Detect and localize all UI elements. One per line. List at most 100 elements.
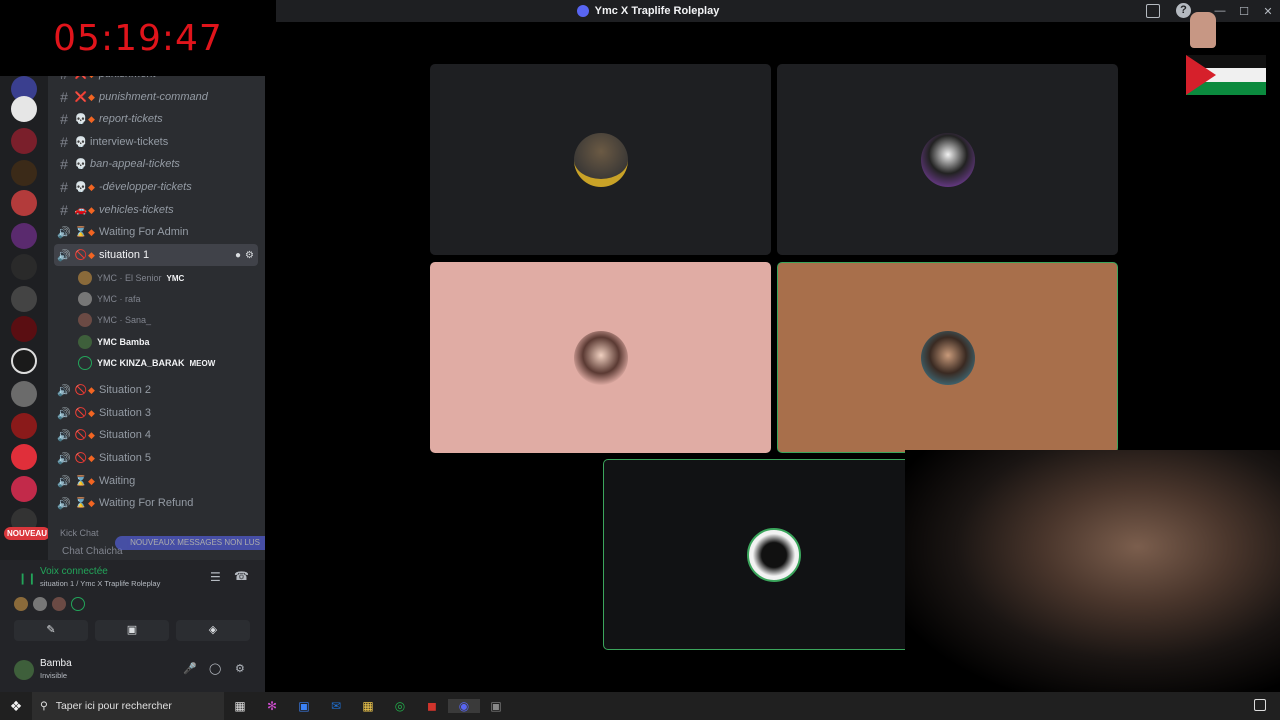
voice-channel-situation-3[interactable]: 🔊 🚫 ◆ Situation 3 [54, 402, 258, 424]
task-view-icon[interactable]: ▦ [224, 699, 256, 713]
diamond-icon: ◆ [88, 407, 95, 418]
voice-panel: ❙❙ Voix connectée situation 1 / Ymc X Tr… [0, 560, 265, 692]
screen-share-icon: ▣ [126, 624, 138, 636]
server-icon[interactable] [11, 190, 37, 216]
voice-member[interactable]: YMC Bamba [78, 332, 258, 352]
channel-name: punishment [99, 76, 156, 80]
server-icon[interactable] [11, 223, 37, 249]
channel-name: -développer-tickets [99, 181, 192, 193]
close-icon[interactable]: ✕ [1256, 5, 1280, 18]
channel-ban-appeal-tickets[interactable]: # 💀 ban-appeal-tickets [54, 153, 258, 175]
channel-chat-chaicha[interactable]: Chat Chaicha [62, 546, 123, 557]
text-channel-icon: # [54, 76, 74, 82]
stream-timer: 05:19:47 [0, 0, 276, 76]
server-icon[interactable] [11, 96, 37, 122]
channel-emoji: 🚫 [74, 249, 88, 261]
voice-channel-situation-4[interactable]: 🔊 🚫 ◆ Situation 4 [54, 424, 258, 446]
speaker-icon: 🔊 [57, 497, 71, 510]
avatar [573, 132, 628, 187]
signal-icon[interactable]: ❙❙ [18, 572, 36, 585]
channel-name: interview-tickets [90, 136, 169, 148]
channel-report-tickets[interactable]: # 💀 ◆ report-tickets [54, 108, 258, 130]
voice-channel-waiting-for-admin[interactable]: 🔊 ⌛ ◆ Waiting For Admin [54, 221, 258, 243]
gear-icon[interactable]: ⚙ [235, 662, 245, 675]
voice-member[interactable]: YMC KINZA_BARAK MEOW [78, 353, 258, 373]
discord-taskbar-icon[interactable]: ◉ [448, 699, 480, 713]
disconnect-icon[interactable]: ☎ [234, 569, 249, 583]
voice-status[interactable]: Voix connectée [40, 566, 108, 577]
server-icon[interactable] [11, 160, 37, 186]
voice-member[interactable]: YMC · Sana_ [78, 310, 258, 330]
microphone-icon[interactable]: 🎤 [183, 662, 197, 675]
avatar [78, 292, 92, 306]
channel-name: situation 1 [99, 249, 150, 261]
channel-name: Situation 2 [99, 384, 151, 396]
avatar[interactable] [14, 660, 34, 680]
noise-suppression-icon[interactable]: ☰ [210, 570, 221, 584]
server-icon[interactable] [11, 444, 37, 470]
channel-interview-tickets[interactable]: # 💀 interview-tickets [54, 131, 258, 153]
channel-vehicles-tickets[interactable]: # 🚗 ◆ vehicles-tickets [54, 199, 258, 221]
diamond-icon: ◆ [88, 113, 95, 124]
title-bar: Ymc X Traplife Roleplay ? — ☐ ✕ [276, 0, 1280, 22]
channel-punishment[interactable]: # ❌ ◆ punishment [54, 76, 258, 85]
file-explorer-icon[interactable]: ▦ [352, 699, 384, 713]
video-tile[interactable] [430, 64, 771, 255]
voice-channel-waiting-for-refund[interactable]: 🔊 ⌛ ◆ Waiting For Refund [54, 492, 258, 514]
activity-button[interactable]: ◈ [176, 620, 250, 641]
camera-off-button[interactable]: ✎ [14, 620, 88, 641]
server-icon[interactable] [11, 254, 37, 280]
inbox-icon[interactable] [1146, 4, 1160, 18]
screen-share-button[interactable]: ▣ [95, 620, 169, 641]
server-icon[interactable] [11, 316, 37, 342]
taskbar-search[interactable]: ⚲ Taper ici pour rechercher [32, 692, 224, 720]
channel-name: punishment-command [99, 91, 208, 103]
channel-emoji: ❌ [74, 91, 88, 103]
edge-icon[interactable]: ◎ [384, 699, 416, 713]
help-icon[interactable]: ? [1176, 3, 1191, 18]
new-messages-pill[interactable]: NOUVEAUX MESSAGES NON LUS [115, 536, 265, 550]
category-kick-chat[interactable]: Kick Chat [60, 528, 99, 538]
server-icon[interactable] [11, 348, 37, 374]
copilot-icon[interactable]: ✻ [256, 699, 288, 713]
channel-name: Waiting [99, 475, 136, 487]
store-icon[interactable]: ▣ [288, 699, 320, 713]
server-icon[interactable] [11, 286, 37, 312]
chat-bubble-icon[interactable]: ● [235, 250, 241, 261]
outlook-icon[interactable]: ✉ [320, 699, 352, 713]
voice-member[interactable]: YMC · El Senior YMC [78, 268, 258, 288]
video-tile-speaking[interactable] [777, 262, 1118, 453]
voice-channel-situation-2[interactable]: 🔊 🚫 ◆ Situation 2 [54, 379, 258, 401]
channel-list: # ❌ ◆ punishment # ❌ ◆ punishment-comman… [48, 76, 265, 560]
voice-member[interactable]: YMC · rafa [78, 289, 258, 309]
app-icon[interactable]: ◼ [416, 699, 448, 713]
text-channel-icon: # [60, 179, 68, 195]
maximize-icon[interactable]: ☐ [1232, 5, 1256, 18]
channel-emoji: 🚫 [74, 429, 88, 441]
windows-start-icon[interactable]: ❖ [0, 698, 32, 715]
channel-punishment-command[interactable]: # ❌ ◆ punishment-command [54, 86, 258, 108]
channel-name: ban-appeal-tickets [90, 158, 180, 170]
user-name[interactable]: Bamba [40, 658, 72, 669]
voice-channel-waiting[interactable]: 🔊 ⌛ ◆ Waiting [54, 470, 258, 492]
text-channel-icon: # [60, 156, 68, 172]
diamond-icon: ◆ [88, 497, 95, 508]
headphones-icon[interactable]: ◯ [209, 662, 221, 675]
notification-icon[interactable] [1254, 699, 1266, 711]
video-tile[interactable] [430, 262, 771, 453]
voice-channel-situation-1[interactable]: 🔊 🚫 ◆ situation 1 ● ⚙ [54, 244, 258, 266]
gear-icon[interactable]: ⚙ [245, 250, 254, 261]
video-tile-speaking[interactable] [603, 459, 944, 650]
app-icon[interactable]: ▣ [480, 699, 512, 713]
voice-location[interactable]: situation 1 / Ymc X Traplife Roleplay [40, 579, 160, 588]
avatar [78, 356, 92, 370]
voice-channel-situation-5[interactable]: 🔊 🚫 ◆ Situation 5 [54, 447, 258, 469]
server-icon[interactable] [11, 413, 37, 439]
server-icon[interactable] [11, 381, 37, 407]
diamond-icon: ◆ [88, 249, 95, 260]
video-tile[interactable] [777, 64, 1118, 255]
channel-developper-tickets[interactable]: # 💀 ◆ -développer-tickets [54, 176, 258, 198]
server-icon[interactable] [11, 128, 37, 154]
server-icon[interactable] [11, 476, 37, 502]
channel-name: report-tickets [99, 113, 163, 125]
